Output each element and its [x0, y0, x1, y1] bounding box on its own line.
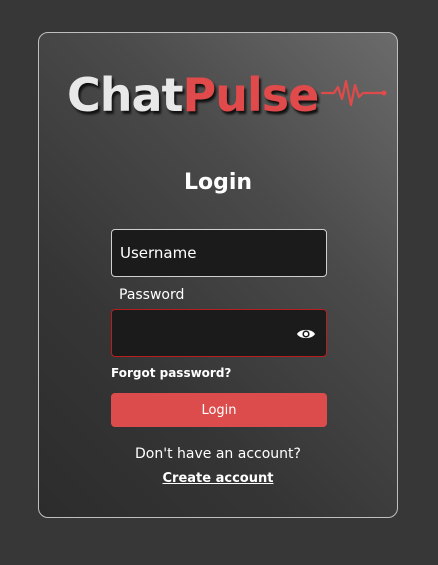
username-input[interactable] [112, 230, 326, 276]
logo-text-pulse: Pulse [182, 68, 320, 122]
password-label: Password [119, 287, 185, 303]
create-account-link[interactable]: Create account [39, 471, 397, 486]
login-card: ChatPulse Login Password Forgot password… [38, 32, 398, 518]
login-title: Login [183, 170, 253, 195]
chatpulse-logo: ChatPulse [67, 67, 388, 123]
forgot-password-link[interactable]: Forgot password? [111, 366, 231, 380]
no-account-text: Don't have an account? [135, 446, 301, 462]
pulse-wave-icon [320, 75, 388, 113]
username-field-wrapper [111, 229, 327, 277]
eye-icon[interactable] [295, 323, 317, 345]
login-button[interactable]: Login [111, 393, 327, 427]
password-input[interactable] [112, 310, 292, 356]
logo-text-chat: Chat [67, 68, 184, 122]
password-field-wrapper [111, 309, 327, 357]
